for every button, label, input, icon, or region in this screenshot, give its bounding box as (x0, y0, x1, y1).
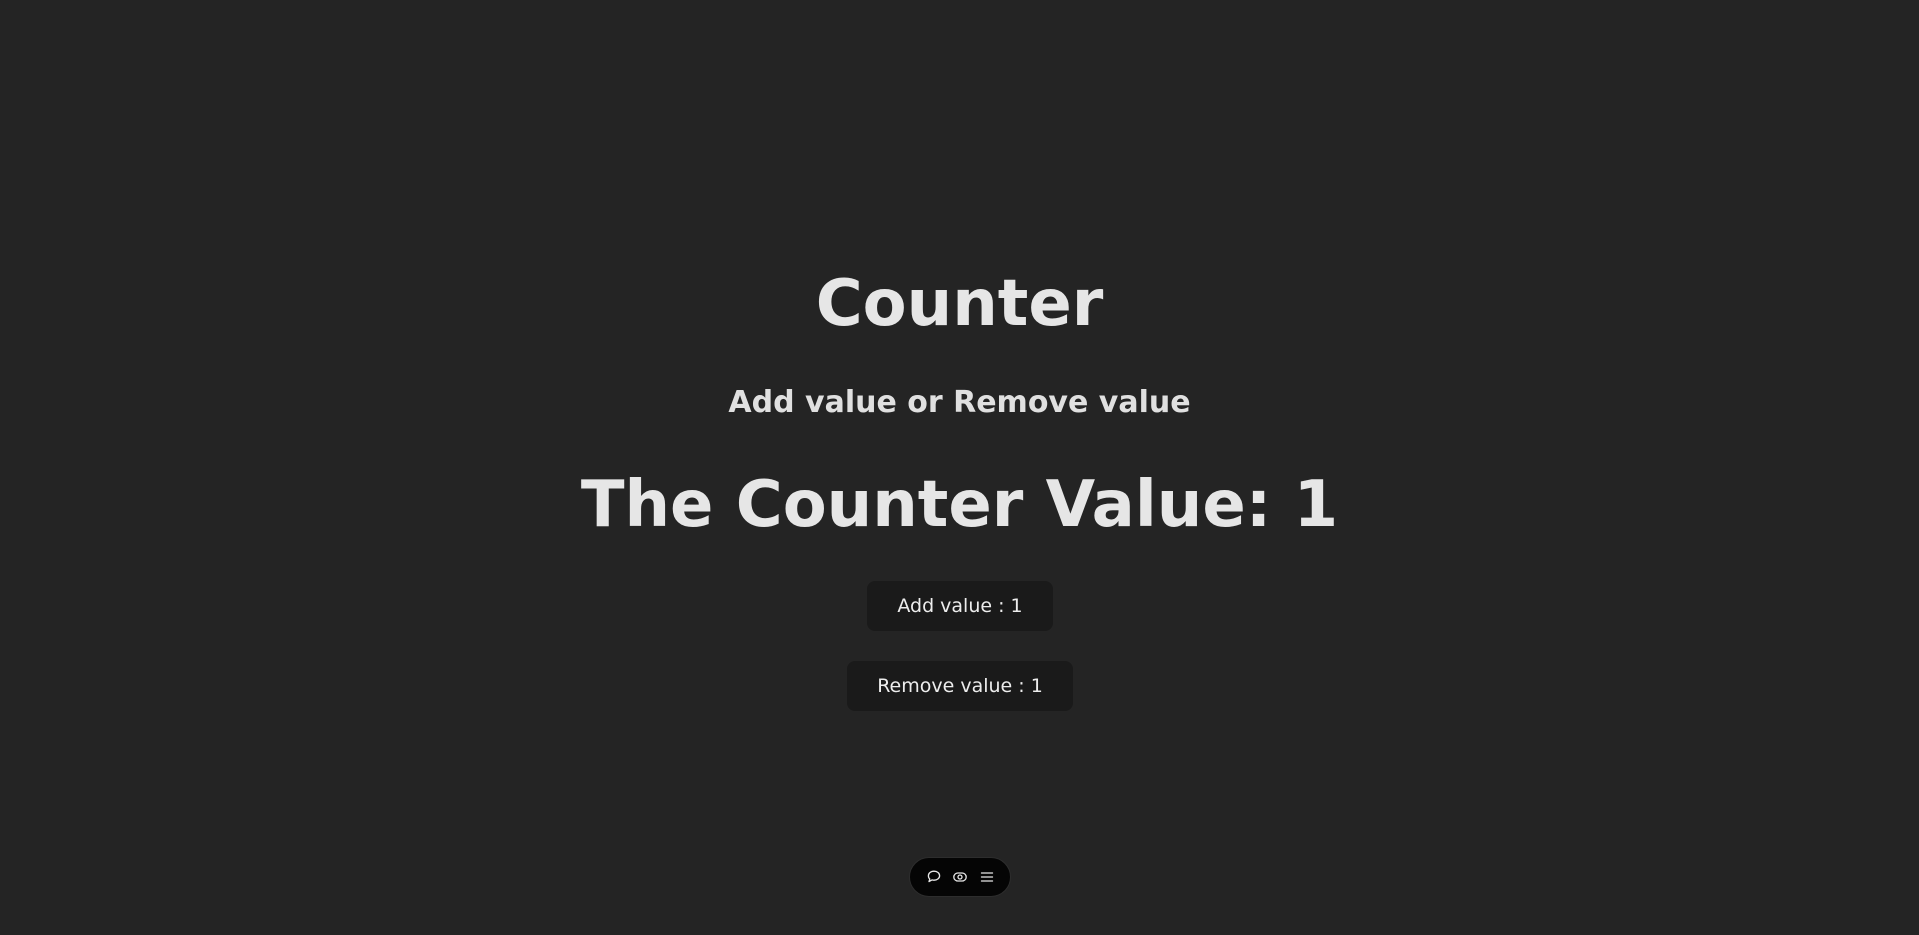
menu-icon[interactable] (976, 866, 998, 888)
remove-value-button[interactable]: Remove value : 1 (847, 661, 1073, 711)
counter-value-heading: The Counter Value: 1 (580, 468, 1339, 542)
eye-icon[interactable] (949, 866, 971, 888)
page-subtitle: Add value or Remove value (728, 385, 1191, 420)
floating-toolbar (909, 857, 1011, 897)
comment-icon[interactable] (923, 866, 945, 888)
add-value-button[interactable]: Add value : 1 (867, 581, 1053, 631)
page-title: Counter (815, 267, 1104, 341)
page: Counter Add value or Remove value The Co… (0, 0, 1919, 935)
